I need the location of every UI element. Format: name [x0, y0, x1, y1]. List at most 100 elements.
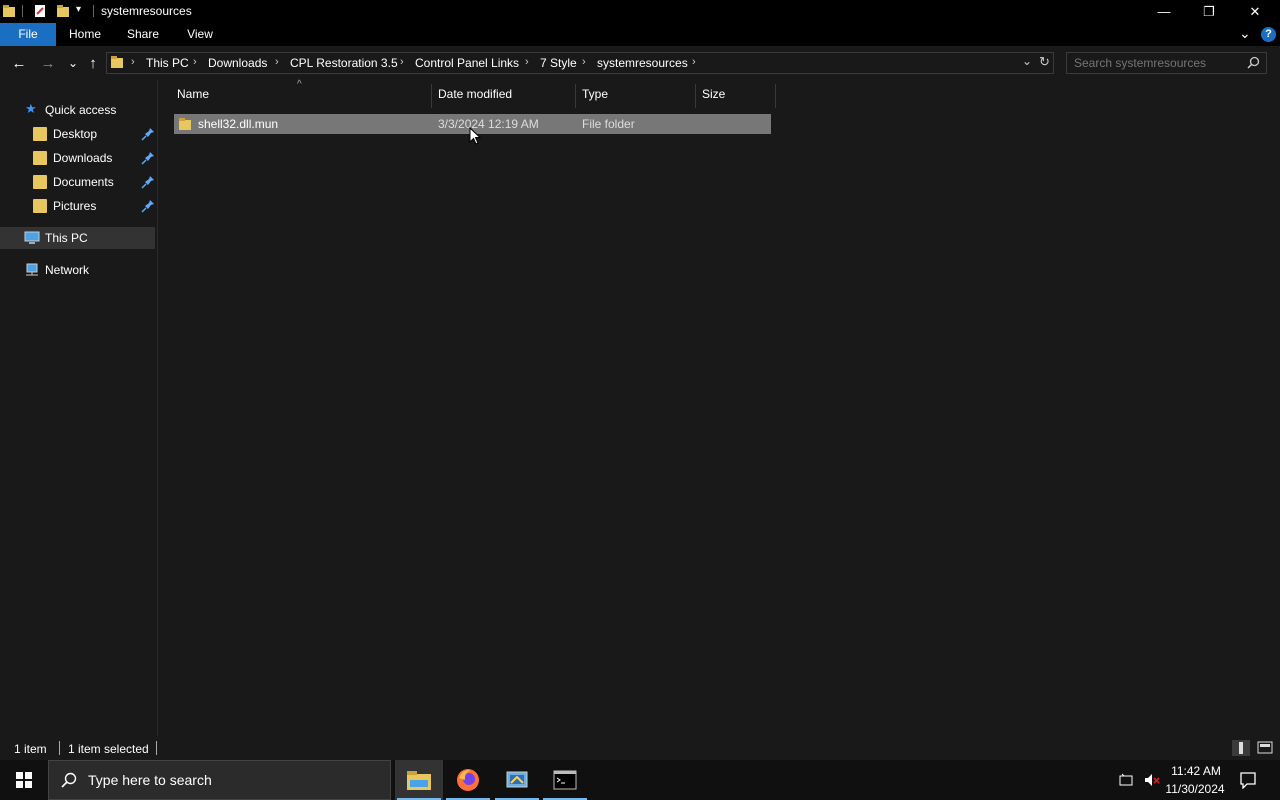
windows-icon [16, 772, 32, 788]
clock-date[interactable]: 11/30/2024 [1162, 782, 1228, 796]
minimize-button[interactable]: — [1141, 0, 1187, 23]
mouse-cursor-icon [469, 126, 482, 148]
tab-home[interactable]: Home [62, 23, 108, 46]
forward-button[interactable]: → [37, 52, 59, 74]
search-icon [61, 772, 77, 791]
title-divider [22, 5, 23, 17]
desktop-folder-icon [33, 127, 47, 141]
pin-icon[interactable] [141, 175, 155, 192]
taskbar-search-placeholder[interactable]: Type here to search [88, 772, 212, 788]
breadcrumb-7-style[interactable]: 7 Style [540, 56, 577, 70]
breadcrumb-control-panel-links[interactable]: Control Panel Links [415, 56, 519, 70]
sidebar-item-desktop[interactable]: Desktop [0, 123, 155, 145]
recent-locations-button[interactable]: ⌄ [62, 52, 84, 74]
item-count: 1 item [14, 742, 47, 756]
sidebar-item-downloads[interactable]: Downloads [0, 147, 155, 169]
folder-app-icon [2, 4, 16, 18]
help-icon[interactable]: ? [1261, 27, 1276, 42]
file-type: File folder [582, 117, 635, 131]
sidebar-item-label: Downloads [53, 151, 113, 165]
column-header-size[interactable]: Size [702, 87, 725, 101]
tab-view[interactable]: View [178, 23, 222, 46]
breadcrumb-cpl-restoration[interactable]: CPL Restoration 3.5 [290, 56, 398, 70]
column-header-type[interactable]: Type [582, 87, 608, 101]
volume-muted-icon[interactable] [1143, 772, 1161, 791]
file-name[interactable]: shell32.dll.mun [198, 117, 278, 131]
details-view-icon[interactable] [1232, 740, 1250, 756]
title-bar [0, 0, 1280, 23]
status-divider [156, 741, 157, 755]
title-divider-2 [93, 5, 94, 17]
control-panel-icon [506, 771, 528, 788]
terminal-icon [553, 770, 577, 790]
address-dropdown-icon[interactable]: ⌄ [1022, 54, 1032, 68]
action-center-tray-icon[interactable] [1118, 772, 1134, 791]
folder-icon [178, 117, 192, 134]
up-button[interactable]: ↑ [82, 52, 104, 74]
sidebar-item-quick-access[interactable]: ★ Quick access [0, 99, 155, 121]
restore-button[interactable]: ❐ [1186, 0, 1232, 23]
tab-file[interactable]: File [0, 23, 56, 46]
search-input[interactable] [1074, 56, 1234, 70]
properties-icon[interactable] [33, 4, 47, 18]
pictures-folder-icon [33, 199, 47, 213]
taskbar-firefox[interactable] [444, 760, 492, 800]
new-folder-icon[interactable] [56, 4, 70, 18]
star-icon: ★ [25, 101, 37, 116]
large-icons-view-icon[interactable] [1257, 741, 1273, 758]
taskbar-control-panel[interactable] [493, 760, 541, 800]
taskbar-terminal[interactable] [541, 760, 589, 800]
breadcrumb-systemresources[interactable]: systemresources [597, 56, 688, 70]
notifications-icon[interactable] [1239, 771, 1257, 792]
breadcrumb-separator[interactable]: › [400, 56, 404, 68]
sidebar-item-documents[interactable]: Documents [0, 171, 155, 193]
refresh-icon[interactable]: ↻ [1039, 54, 1050, 70]
address-folder-icon [110, 55, 124, 72]
window-title: systemresources [101, 4, 192, 18]
breadcrumb-separator[interactable]: › [275, 56, 279, 68]
pin-icon[interactable] [141, 127, 155, 144]
ribbon-expand-icon[interactable]: ⌄ [1239, 25, 1251, 42]
breadcrumb-separator[interactable]: › [582, 56, 586, 68]
search-icon[interactable] [1247, 56, 1260, 72]
computer-icon [24, 231, 40, 248]
sidebar-item-this-pc[interactable]: This PC [0, 227, 155, 249]
column-divider[interactable] [431, 84, 432, 108]
quick-access-customize-icon[interactable]: ▾ [76, 4, 81, 15]
pin-icon[interactable] [141, 151, 155, 168]
sort-ascending-icon: ^ [297, 79, 302, 90]
pane-divider[interactable] [157, 80, 158, 736]
pin-icon[interactable] [141, 199, 155, 216]
network-icon [24, 263, 40, 280]
back-button[interactable]: ← [8, 52, 30, 74]
sidebar-item-pictures[interactable]: Pictures [0, 195, 155, 217]
column-divider[interactable] [775, 84, 776, 108]
sidebar-item-label: Desktop [53, 127, 98, 141]
documents-folder-icon [33, 175, 47, 189]
status-bar [0, 736, 1280, 760]
downloads-folder-icon [33, 151, 47, 165]
sidebar-item-label: Quick access [45, 103, 117, 117]
sidebar-item-label: Documents [53, 175, 114, 189]
file-date-modified: 3/3/2024 12:19 AM [438, 117, 539, 131]
tab-share[interactable]: Share [120, 23, 166, 46]
breadcrumb-separator[interactable]: › [193, 56, 197, 68]
breadcrumb-separator[interactable]: › [692, 56, 696, 68]
column-divider[interactable] [575, 84, 576, 108]
column-header-date-modified[interactable]: Date modified [438, 87, 512, 101]
breadcrumb-separator[interactable]: › [525, 56, 529, 68]
breadcrumb-separator[interactable]: › [131, 56, 135, 68]
taskbar-file-explorer[interactable] [395, 760, 443, 800]
firefox-icon [457, 769, 479, 791]
sidebar-item-label: This PC [45, 231, 88, 245]
breadcrumb-this-pc[interactable]: This PC [146, 56, 189, 70]
start-button[interactable] [0, 760, 48, 800]
breadcrumb-downloads[interactable]: Downloads [208, 56, 267, 70]
clock-time[interactable]: 11:42 AM [1166, 764, 1226, 778]
status-divider [59, 741, 60, 755]
column-header-name[interactable]: Name [177, 87, 209, 101]
selection-count: 1 item selected [68, 742, 149, 756]
close-button[interactable]: ✕ [1232, 0, 1278, 23]
column-divider[interactable] [695, 84, 696, 108]
sidebar-item-network[interactable]: Network [0, 259, 155, 281]
